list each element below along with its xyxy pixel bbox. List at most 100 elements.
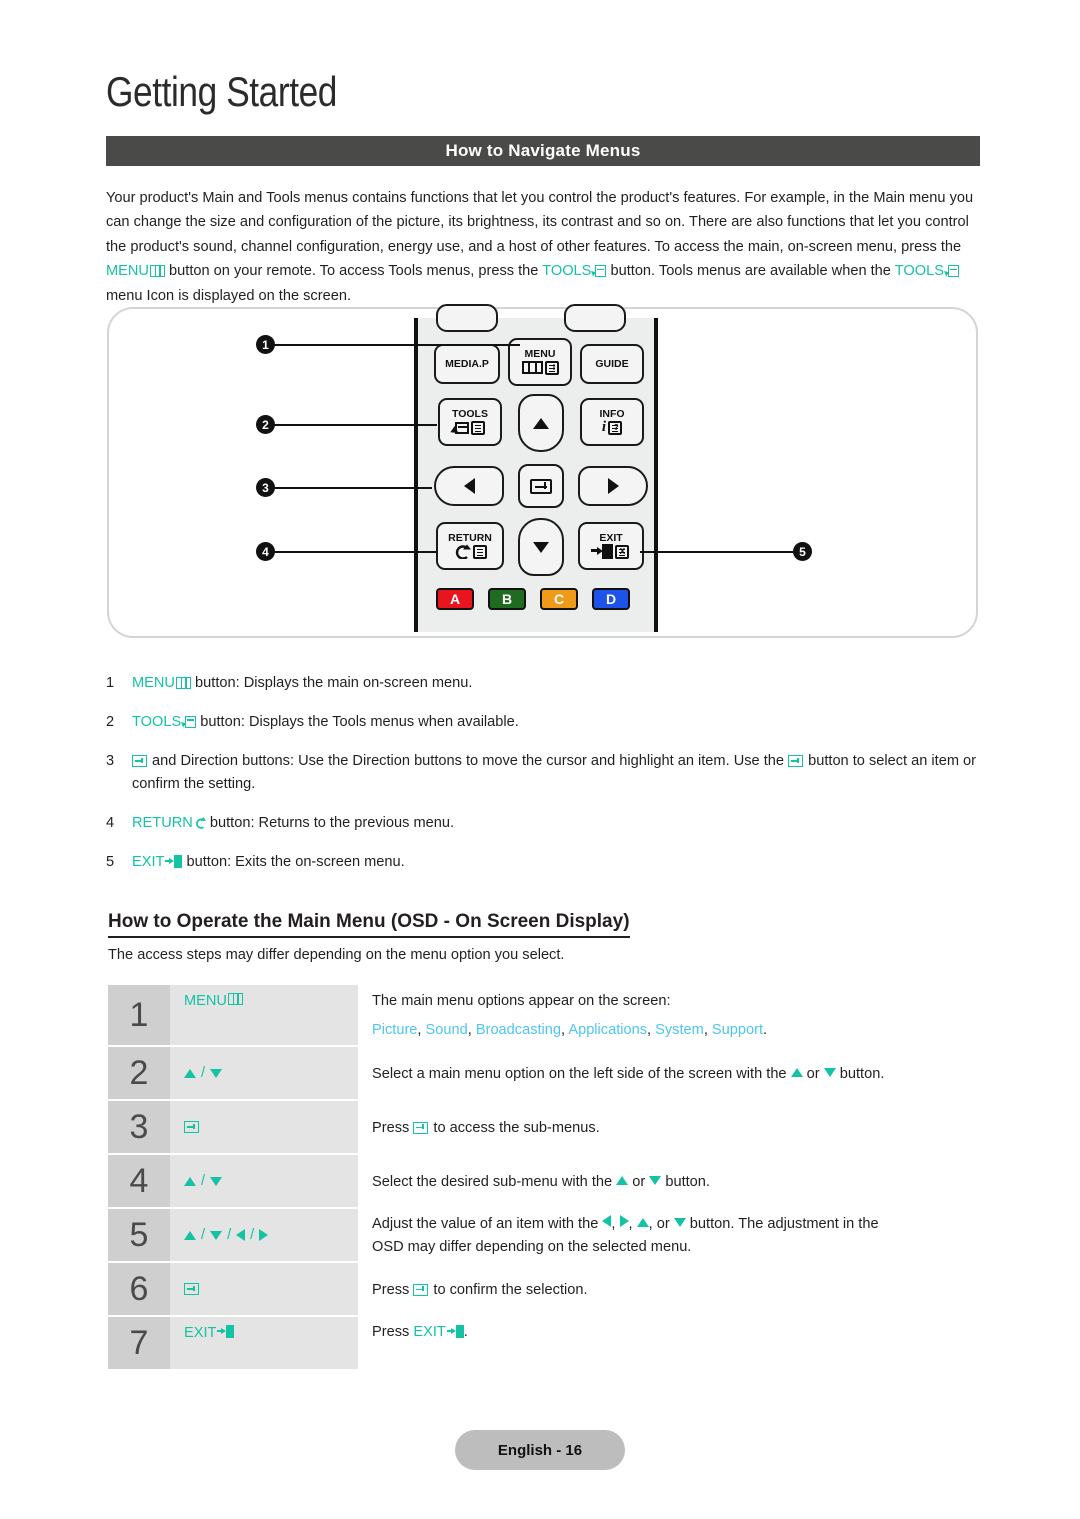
remote-button-guide[interactable]: GUIDE	[580, 344, 644, 384]
osd-step-4-sep: /	[201, 1173, 206, 1189]
remote-button-direction-left[interactable]	[434, 466, 504, 506]
callout-badge-4: 4	[256, 542, 275, 561]
remote-button-direction-right[interactable]	[578, 466, 648, 506]
legend-3-desc-a: and Direction buttons: Use the Direction…	[148, 753, 789, 769]
arrow-down-icon	[210, 1176, 223, 1186]
remote-color-button-b[interactable]: B	[488, 588, 526, 610]
enter-icon	[132, 755, 147, 767]
intro-line-1: Your product's Main and Tools menus cont…	[106, 190, 870, 206]
page-number-label: English - 16	[497, 1441, 583, 1459]
arrow-right-icon	[259, 1229, 269, 1241]
arrow-up-icon	[790, 1067, 803, 1077]
menu-option-support: Support	[711, 1022, 764, 1038]
legend-5-desc: button: Exits the on-screen menu.	[182, 854, 405, 870]
exit-label: EXIT	[599, 531, 623, 544]
osd-step-1-line1: The main menu options appear on the scre…	[372, 993, 671, 1009]
legend-3-number: 3	[106, 753, 115, 769]
remote-button-top-right-partial	[564, 304, 626, 332]
intro-line-4b: button on your remote. To access Tools m…	[164, 263, 539, 280]
osd-step-7-c: .	[463, 1324, 468, 1340]
remote-color-button-d[interactable]: D	[592, 588, 630, 610]
osd-step-3-a: Press	[372, 1119, 414, 1136]
legend-item-3: 3 and Direction buttons: Use the Directi…	[106, 750, 986, 796]
osd-step-2-b: button.	[835, 1065, 885, 1082]
osd-step-3-key	[170, 1101, 358, 1155]
osd-step-7-number: 7	[108, 1317, 170, 1371]
chapter-title: Getting Started	[106, 68, 337, 115]
exit-icon	[165, 855, 183, 868]
remote-button-info[interactable]: INFO i ?	[580, 398, 644, 446]
info-list-icon: ?	[608, 420, 623, 435]
legend-4-text: RETURN button: Returns to the previous m…	[132, 812, 986, 835]
osd-step-1-tail: .	[763, 1022, 768, 1038]
section-title-text: How to Navigate Menus	[445, 141, 641, 160]
legend-2-key: TOOLS	[132, 714, 182, 730]
legend-4-number: 4	[106, 815, 115, 831]
intro-line-5b: menu Icon is displayed on the screen.	[106, 287, 351, 304]
legend-4-desc: button: Returns to the previous menu.	[205, 815, 455, 831]
remote-button-direction-down[interactable]	[518, 518, 564, 576]
menu-option-broadcasting: Broadcasting	[475, 1022, 562, 1038]
remote-button-direction-up[interactable]	[518, 394, 564, 452]
osd-step-4-number: 4	[108, 1155, 170, 1209]
arrow-left-icon	[463, 478, 475, 494]
sep3: /	[250, 1227, 255, 1243]
enter-icon	[413, 1283, 429, 1296]
menu-option-applications: Applications	[568, 1022, 648, 1038]
legend-item-5: 5 EXIT button: Exits the on-screen menu.	[106, 851, 986, 874]
osd-step-7-a: Press	[372, 1324, 414, 1340]
osd-step-row-5: 5 / / / Adjust the value of an item with t…	[108, 1209, 980, 1263]
arrow-left-icon	[236, 1229, 246, 1241]
osd-step-row-6: 6 Press to confirm the selection.	[108, 1263, 980, 1317]
osd-step-7-desc: Press EXIT.	[358, 1317, 980, 1371]
remote-button-media-p[interactable]: MEDIA.P	[434, 344, 500, 384]
return-list-icon	[472, 544, 487, 559]
osd-step-5-d: , or	[648, 1216, 674, 1232]
menu-list-icon: i	[544, 360, 559, 375]
remote-button-top-left-partial	[436, 304, 498, 332]
menu-label-inline: MENU	[106, 263, 149, 280]
osd-step-3-b: to access the sub-menus.	[429, 1119, 600, 1136]
menu-grid-icon	[521, 361, 543, 375]
legend-5-key: EXIT	[132, 854, 165, 870]
tools-icon-2	[944, 265, 959, 278]
arrow-up-icon	[184, 1176, 196, 1186]
arrow-up-icon	[184, 1230, 196, 1240]
remote-color-button-c[interactable]: C	[540, 588, 578, 610]
arrow-down-icon	[210, 1068, 223, 1078]
osd-step-5-key: / / /	[170, 1209, 358, 1263]
legend-1-desc: button: Displays the main on-screen menu…	[190, 675, 473, 691]
document-page: Getting Started How to Navigate Menus Yo…	[0, 0, 1080, 1519]
return-icon	[194, 817, 206, 829]
callout-5-number: 5	[799, 544, 806, 559]
color-button-b-label: B	[501, 591, 513, 607]
remote-button-return[interactable]: RETURN	[436, 522, 504, 570]
tools-box-icon	[450, 421, 469, 437]
osd-step-row-7: 7 EXIT Press EXIT.	[108, 1317, 980, 1371]
osd-step-2-mid: or	[802, 1065, 824, 1082]
callout-4-number: 4	[262, 544, 269, 559]
callout-badge-1: 1	[256, 335, 275, 354]
osd-section-heading: How to Operate the Main Menu (OSD - On S…	[108, 911, 630, 938]
menu-grid-icon	[227, 993, 243, 1005]
callout-line-4	[272, 551, 436, 553]
osd-step-2-number: 2	[108, 1047, 170, 1101]
osd-step-5-line1: Adjust the value of an item with the , ,…	[372, 1213, 980, 1236]
remote-button-exit[interactable]: EXIT X	[578, 522, 644, 570]
exit-icon	[217, 1325, 235, 1338]
legend-item-4: 4 RETURN button: Returns to the previous…	[106, 812, 986, 835]
osd-step-6-key	[170, 1263, 358, 1317]
menu-grid-icon	[149, 265, 165, 278]
arrow-down-icon	[533, 541, 549, 553]
legend-3-text: and Direction buttons: Use the Direction…	[132, 750, 986, 796]
legend-1-text: MENU button: Displays the main on-screen…	[132, 672, 986, 695]
remote-color-button-a[interactable]: A	[436, 588, 474, 610]
tools-icon-1	[591, 265, 607, 278]
osd-step-4-key: /	[170, 1155, 358, 1209]
enter-icon	[184, 1121, 199, 1133]
remote-button-enter[interactable]	[518, 464, 564, 508]
intro-line-4a: To access the main, on-screen menu, pres…	[654, 238, 962, 255]
callout-badge-5: 5	[793, 542, 812, 561]
osd-step-2-desc: Select a main menu option on the left si…	[358, 1047, 980, 1101]
remote-button-tools[interactable]: TOOLS	[438, 398, 502, 446]
